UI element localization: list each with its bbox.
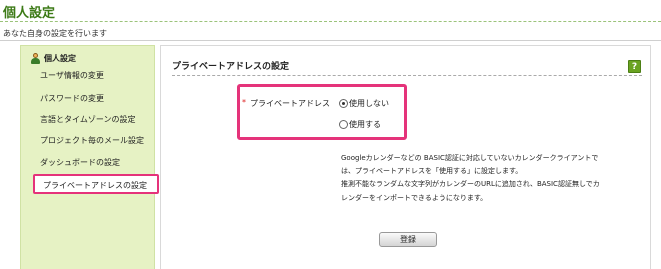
sidebar-item-private-address[interactable]: プライベートアドレスの設定 [33, 174, 159, 194]
description-line: 推測不能なランダムな文字列がカレンダーのURLに追加され、BASIC認証無しでカ [341, 180, 600, 188]
radio-option-enable[interactable]: 使用する [339, 119, 381, 130]
radio-button-disable[interactable] [339, 99, 348, 108]
sidebar-item-project-mail[interactable]: プロジェクト毎のメール設定 [40, 135, 144, 146]
private-address-label: プライベートアドレス [250, 99, 330, 108]
help-icon[interactable]: ? [628, 60, 641, 73]
submit-button[interactable]: 登録 [379, 232, 437, 247]
sidebar-item-dashboard[interactable]: ダッシュボードの設定 [40, 157, 120, 168]
page-title: 個人設定 [3, 6, 56, 21]
section-title: プライベートアドレスの設定 [172, 62, 290, 72]
page-subtitle: あなた自身の設定を行います [3, 29, 107, 38]
field-highlight-box [237, 84, 407, 140]
section-divider [172, 75, 642, 76]
sidebar-item-language-timezone[interactable]: 言語とタイムゾーンの設定 [40, 114, 135, 125]
sidebar-heading-label: 個人設定 [44, 54, 76, 63]
person-icon [30, 53, 41, 64]
required-mark: * [242, 98, 246, 107]
sidebar-item-password[interactable]: パスワードの変更 [40, 93, 104, 104]
description-line: Googleカレンダーなどの BASIC認証に対応していないカレンダークライアン… [341, 154, 599, 162]
radio-option-disable[interactable]: 使用しない [339, 98, 389, 109]
sidebar-heading: 個人設定 [30, 53, 76, 64]
radio-label-enable: 使用する [349, 120, 381, 129]
sidebar: 個人設定 ユーザ情報の変更 パスワードの変更 言語とタイムゾーンの設定 プロジェ… [20, 45, 159, 269]
radio-button-enable[interactable] [339, 120, 348, 129]
radio-label-disable: 使用しない [349, 99, 389, 108]
description-line: は、プライベートアドレスを「使用する」に設定します。 [341, 167, 523, 175]
main-content: プライベートアドレスの設定 ? * プライベートアドレス 使用しない 使用する … [160, 45, 651, 269]
description-line: レンダーをインポートできるようになります。 [341, 194, 488, 202]
title-divider [0, 21, 661, 22]
sidebar-item-user-info[interactable]: ユーザ情報の変更 [40, 70, 104, 81]
subtitle-divider [0, 40, 661, 41]
